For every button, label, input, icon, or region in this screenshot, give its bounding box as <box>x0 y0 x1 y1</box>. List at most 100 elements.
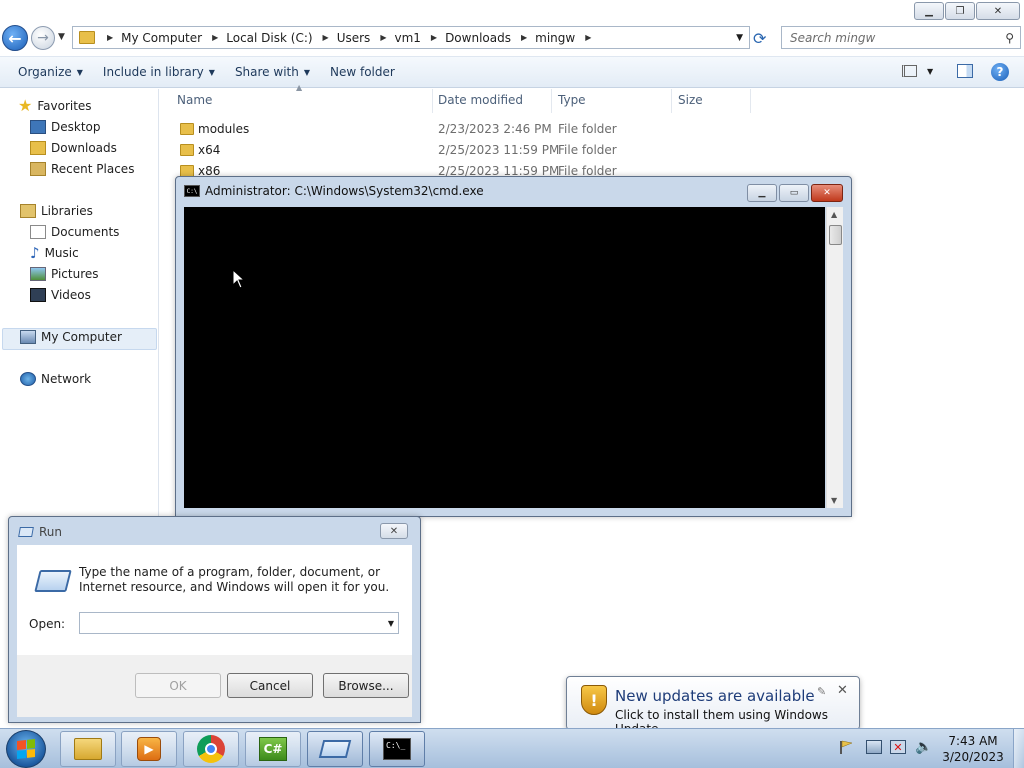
run-title-bar[interactable]: Run <box>18 525 62 539</box>
start-button[interactable] <box>6 730 46 768</box>
new-folder-button[interactable]: New folder <box>322 65 403 79</box>
nav-music-label: Music <box>44 246 79 260</box>
chevron-right-icon[interactable]: ▶ <box>431 33 437 42</box>
nav-pictures-label: Pictures <box>51 267 99 281</box>
update-notification[interactable]: ! New updates are available Click to ins… <box>566 676 860 739</box>
action-center-flag-icon[interactable] <box>838 739 854 755</box>
scroll-down-icon[interactable]: ▼ <box>831 496 837 505</box>
address-bar[interactable]: ▶ My Computer ▶ Local Disk (C:) ▶ Users … <box>72 26 750 49</box>
taskbar-media-player-button[interactable]: ▶ <box>121 731 177 767</box>
nav-downloads[interactable]: Downloads <box>30 141 117 155</box>
column-divider[interactable] <box>671 89 672 113</box>
nav-pictures[interactable]: Pictures <box>30 267 99 281</box>
table-row[interactable]: modules 2/23/2023 2:46 PM File folder <box>176 120 916 140</box>
nav-my-computer[interactable]: My Computer <box>20 330 122 344</box>
taskbar-explorer-button[interactable] <box>60 731 116 767</box>
column-header-type[interactable]: Type <box>558 93 586 115</box>
show-desktop-button[interactable] <box>1013 729 1024 768</box>
breadcrumb-vm1[interactable]: vm1 <box>394 31 420 45</box>
breadcrumb-my-computer[interactable]: My Computer <box>121 31 202 45</box>
cmd-close-button[interactable]: ✕ <box>811 184 843 202</box>
close-button[interactable]: ✕ <box>976 2 1020 20</box>
table-row[interactable]: x64 2/25/2023 11:59 PM File folder <box>176 141 916 161</box>
volume-icon[interactable]: 🔈 <box>915 739 932 755</box>
cmd-window[interactable]: C:\ Administrator: C:\Windows\System32\c… <box>175 176 852 517</box>
nav-recent-places[interactable]: Recent Places <box>30 162 134 176</box>
nav-videos[interactable]: Videos <box>30 288 91 302</box>
chevron-right-icon[interactable]: ▶ <box>212 33 218 42</box>
taskbar-chrome-button[interactable] <box>183 731 239 767</box>
forward-button[interactable]: → <box>31 26 55 50</box>
notification-close-icon[interactable]: ✕ <box>837 683 848 698</box>
breadcrumb-downloads[interactable]: Downloads <box>445 31 511 45</box>
open-input[interactable]: ▼ <box>79 612 399 634</box>
chevron-right-icon[interactable]: ▶ <box>521 33 527 42</box>
minimize-button[interactable]: ▁ <box>914 2 944 20</box>
run-dialog[interactable]: Run ✕ Type the name of a program, folder… <box>8 516 421 723</box>
column-header-size[interactable]: Size <box>678 93 703 115</box>
share-with-menu[interactable]: Share with ▼ <box>227 65 318 79</box>
music-icon: ♪ <box>30 244 40 262</box>
chevron-right-icon[interactable]: ▶ <box>380 33 386 42</box>
ok-button[interactable]: OK <box>135 673 221 698</box>
chevron-down-icon[interactable]: ▼ <box>388 619 394 628</box>
network-status-icon[interactable] <box>866 740 882 754</box>
search-input[interactable]: Search mingw ⚲ <box>781 26 1021 49</box>
pictures-icon <box>30 267 46 281</box>
help-icon[interactable]: ? <box>991 63 1009 81</box>
nav-music[interactable]: ♪ Music <box>30 244 79 262</box>
taskbar-run-button[interactable] <box>307 731 363 767</box>
cancel-button[interactable]: Cancel <box>227 673 313 698</box>
nav-favorites[interactable]: ★ Favorites <box>18 98 92 114</box>
back-button[interactable]: ← <box>2 25 28 51</box>
clock-date: 3/20/2023 <box>942 750 1004 764</box>
network-disconnected-icon[interactable]: ✕ <box>890 740 906 754</box>
breadcrumb-local-disk[interactable]: Local Disk (C:) <box>226 31 312 45</box>
address-dropdown-icon[interactable]: ▼ <box>736 33 743 43</box>
cmd-window-controls: ▁ ▭ ✕ <box>747 184 843 202</box>
breadcrumb-users[interactable]: Users <box>337 31 371 45</box>
history-dropdown-icon[interactable]: ▼ <box>58 32 65 42</box>
taskbar-csharp-button[interactable]: C# <box>245 731 301 767</box>
chevron-right-icon[interactable]: ▶ <box>323 33 329 42</box>
nav-network[interactable]: Network <box>20 372 91 386</box>
preview-pane-icon[interactable] <box>957 64 973 78</box>
column-divider[interactable] <box>750 89 751 113</box>
cmd-icon: C:\_ <box>383 738 411 760</box>
chevron-right-icon[interactable]: ▶ <box>107 33 113 42</box>
cmd-minimize-button[interactable]: ▁ <box>747 184 777 202</box>
console-area[interactable] <box>184 207 825 508</box>
pin-icon[interactable]: ✎ <box>817 685 826 698</box>
breadcrumb-mingw[interactable]: mingw <box>535 31 575 45</box>
cmd-maximize-button[interactable]: ▭ <box>779 184 809 202</box>
refresh-icon[interactable]: ⟳ <box>753 29 766 48</box>
include-in-library-menu[interactable]: Include in library ▼ <box>95 65 223 79</box>
nav-documents-label: Documents <box>51 225 120 239</box>
run-close-button[interactable]: ✕ <box>380 523 408 539</box>
organize-menu[interactable]: Organize ▼ <box>10 65 91 79</box>
chevron-down-icon: ▼ <box>76 67 83 77</box>
cmd-title-bar[interactable]: C:\ Administrator: C:\Windows\System32\c… <box>184 184 484 198</box>
cmd-icon: C:\ <box>184 185 200 197</box>
nav-recent-places-label: Recent Places <box>51 162 135 176</box>
chevron-right-icon[interactable]: ▶ <box>585 33 591 42</box>
window-controls: ▁ ❐ ✕ <box>914 2 1020 20</box>
view-options-icon[interactable] <box>902 65 917 77</box>
nav-documents[interactable]: Documents <box>30 225 119 239</box>
column-divider[interactable] <box>432 89 433 113</box>
clock[interactable]: 7:43 AM 3/20/2023 <box>938 733 1008 765</box>
scrollbar-thumb[interactable] <box>829 225 842 245</box>
search-icon[interactable]: ⚲ <box>1005 31 1014 45</box>
nav-libraries[interactable]: Libraries <box>20 204 93 218</box>
chevron-down-icon[interactable]: ▼ <box>927 67 933 76</box>
restore-button[interactable]: ❐ <box>945 2 975 20</box>
scroll-up-icon[interactable]: ▲ <box>831 210 837 219</box>
cmd-scrollbar[interactable]: ▲ ▼ <box>826 207 843 508</box>
column-header-date-modified[interactable]: Date modified <box>438 93 523 115</box>
cmd-title: Administrator: C:\Windows\System32\cmd.e… <box>205 184 484 198</box>
column-divider[interactable] <box>551 89 552 113</box>
nav-desktop[interactable]: Desktop <box>30 120 101 134</box>
column-header-name[interactable]: Name <box>177 93 212 115</box>
taskbar-cmd-button[interactable]: C:\_ <box>369 731 425 767</box>
browse-button[interactable]: Browse... <box>323 673 409 698</box>
